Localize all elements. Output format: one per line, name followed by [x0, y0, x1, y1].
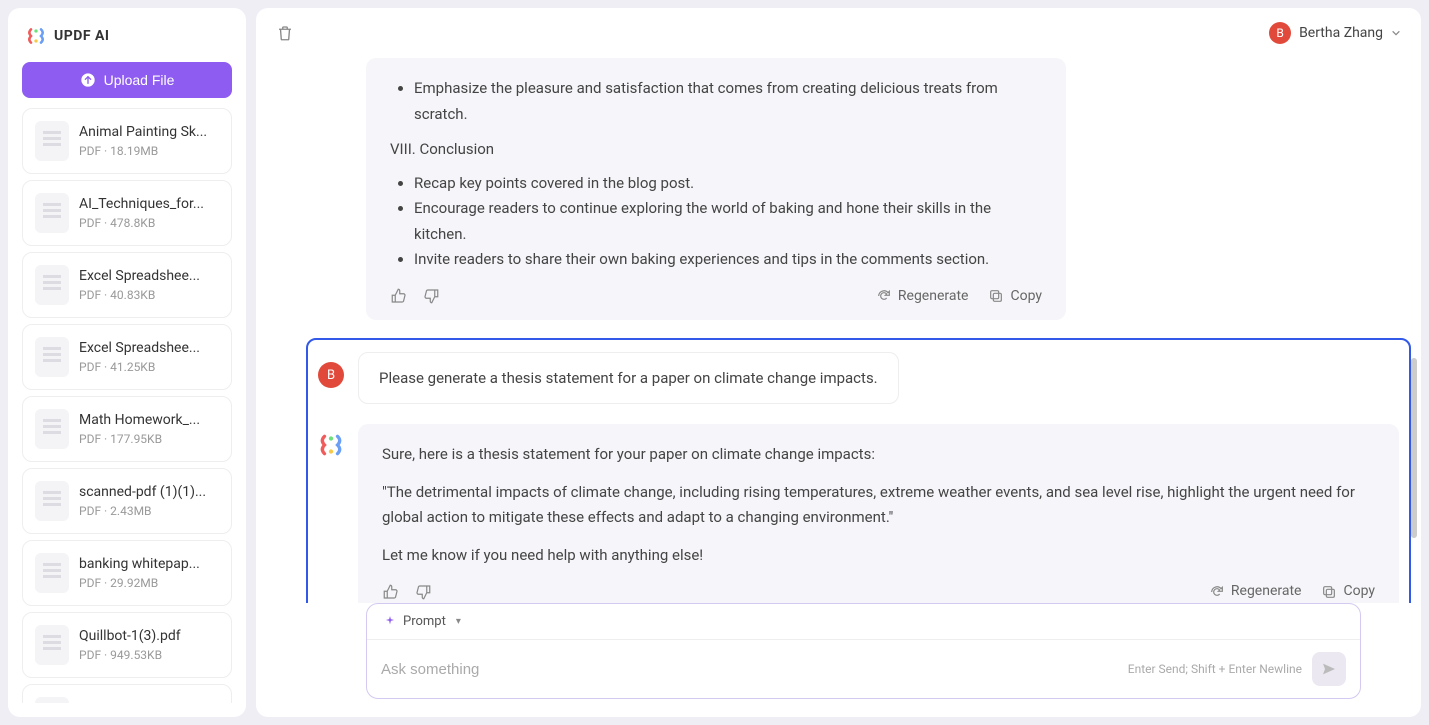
upload-file-label: Upload File — [104, 72, 175, 88]
file-meta: PDF · 29.92MB — [79, 576, 200, 590]
thumbs-down-icon[interactable] — [414, 583, 432, 601]
thumbs-down-icon[interactable] — [422, 287, 440, 305]
file-meta: PDF · 177.95KB — [79, 432, 200, 446]
file-meta: PDF · 949.53KB — [79, 648, 181, 662]
file-icon — [35, 265, 69, 305]
bullet-item: Recap key points covered in the blog pos… — [414, 171, 1042, 197]
main-panel: B Bertha Zhang Emphasize the pleasure an… — [256, 8, 1421, 717]
send-button[interactable] — [1312, 652, 1346, 686]
upload-file-button[interactable]: Upload File — [22, 62, 232, 98]
composer-mode-label: Prompt — [403, 614, 446, 629]
caret-down-icon: ▾ — [456, 616, 461, 627]
username: Bertha Zhang — [1299, 25, 1383, 41]
file-name: banking whitepap... — [79, 556, 200, 572]
file-item[interactable]: Excel Spreadshee... PDF · 41.25KB — [22, 324, 232, 390]
assistant-text: Let me know if you need help with anythi… — [382, 543, 1375, 569]
highlighted-exchange: B Please generate a thesis statement for… — [306, 338, 1411, 603]
file-icon — [35, 337, 69, 377]
refresh-icon — [1209, 584, 1225, 600]
copy-button[interactable]: Copy — [988, 285, 1042, 309]
file-icon — [35, 121, 69, 161]
bullet-item: Invite readers to share their own baking… — [414, 247, 1042, 273]
user-avatar-small: B — [318, 362, 344, 388]
assistant-message: Emphasize the pleasure and satisfaction … — [366, 58, 1066, 320]
assistant-message-row: Sure, here is a thesis statement for you… — [318, 424, 1399, 603]
thumbs-up-icon[interactable] — [382, 583, 400, 601]
sparkle-icon — [383, 615, 397, 629]
file-icon — [35, 481, 69, 521]
file-list: Animal Painting Sk... PDF · 18.19MB AI_T… — [22, 108, 232, 703]
upload-icon — [80, 72, 96, 88]
file-item[interactable]: scanned-pdf (1)(1)... PDF · 2.43MB — [22, 468, 232, 534]
composer-hint: Enter Send; Shift + Enter Newline — [1128, 662, 1302, 676]
chevron-down-icon — [1391, 28, 1401, 38]
file-item[interactable]: Math Homework_... PDF · 177.95KB — [22, 396, 232, 462]
copy-icon — [1321, 584, 1337, 600]
file-item[interactable]: banking whitepap... — [22, 684, 232, 703]
sidebar: UPDF AI Upload File Animal Painting Sk..… — [8, 8, 246, 717]
assistant-text: "The detrimental impacts of climate chan… — [382, 480, 1375, 531]
regenerate-button[interactable]: Regenerate — [876, 285, 969, 309]
file-name: AI_Techniques_for... — [79, 196, 204, 212]
copy-icon — [988, 288, 1004, 304]
user-menu[interactable]: B Bertha Zhang — [1269, 22, 1401, 44]
file-icon — [35, 625, 69, 665]
bullet-item: Encourage readers to continue exploring … — [414, 196, 1042, 247]
topbar: B Bertha Zhang — [256, 8, 1421, 58]
section-heading: VIII. Conclusion — [390, 137, 1042, 163]
file-name: scanned-pdf (1)(1)... — [79, 484, 206, 500]
file-item[interactable]: Quillbot-1(3).pdf PDF · 949.53KB — [22, 612, 232, 678]
brand-logo-icon — [26, 26, 46, 46]
file-name: Excel Spreadshee... — [79, 268, 200, 284]
file-icon — [35, 553, 69, 593]
file-item[interactable]: Excel Spreadshee... PDF · 40.83KB — [22, 252, 232, 318]
assistant-message: Sure, here is a thesis statement for you… — [358, 424, 1399, 603]
refresh-icon — [876, 288, 892, 304]
bullet-item: Emphasize the pleasure and satisfaction … — [414, 76, 1042, 127]
file-item[interactable]: AI_Techniques_for... PDF · 478.8KB — [22, 180, 232, 246]
file-icon — [35, 697, 69, 703]
file-name: Animal Painting Sk... — [79, 124, 207, 140]
trash-icon[interactable] — [276, 24, 294, 42]
file-name: Quillbot-1(3).pdf — [79, 628, 181, 644]
assistant-text: Sure, here is a thesis statement for you… — [382, 442, 1375, 468]
user-message-row: B Please generate a thesis statement for… — [318, 352, 1399, 404]
file-meta: PDF · 478.8KB — [79, 216, 204, 230]
file-icon — [35, 409, 69, 449]
composer-input[interactable] — [381, 661, 1128, 678]
composer-area: Prompt ▾ Enter Send; Shift + Enter Newli… — [256, 603, 1421, 717]
user-message: Please generate a thesis statement for a… — [358, 352, 899, 404]
message-actions: Regenerate Copy — [390, 285, 1042, 309]
file-meta: PDF · 41.25KB — [79, 360, 200, 374]
file-icon — [35, 193, 69, 233]
file-meta: PDF · 18.19MB — [79, 144, 207, 158]
file-item[interactable]: Animal Painting Sk... PDF · 18.19MB — [22, 108, 232, 174]
file-name: Excel Spreadshee... — [79, 340, 200, 356]
brand-text: UPDF AI — [54, 28, 110, 44]
avatar: B — [1269, 22, 1291, 44]
thumbs-up-icon[interactable] — [390, 287, 408, 305]
brand-row: UPDF AI — [22, 22, 232, 52]
composer: Prompt ▾ Enter Send; Shift + Enter Newli… — [366, 603, 1361, 699]
ai-logo-icon — [318, 432, 344, 458]
file-item[interactable]: banking whitepap... PDF · 29.92MB — [22, 540, 232, 606]
composer-mode-selector[interactable]: Prompt ▾ — [367, 604, 1360, 640]
chat-area: Emphasize the pleasure and satisfaction … — [256, 58, 1421, 603]
file-meta: PDF · 40.83KB — [79, 288, 200, 302]
file-meta: PDF · 2.43MB — [79, 504, 206, 518]
file-name: Math Homework_... — [79, 412, 200, 428]
message-actions: Regenerate Copy — [382, 580, 1375, 603]
copy-button[interactable]: Copy — [1321, 580, 1375, 603]
regenerate-button[interactable]: Regenerate — [1209, 580, 1302, 603]
send-icon — [1321, 661, 1337, 677]
scrollbar[interactable] — [1411, 358, 1417, 538]
